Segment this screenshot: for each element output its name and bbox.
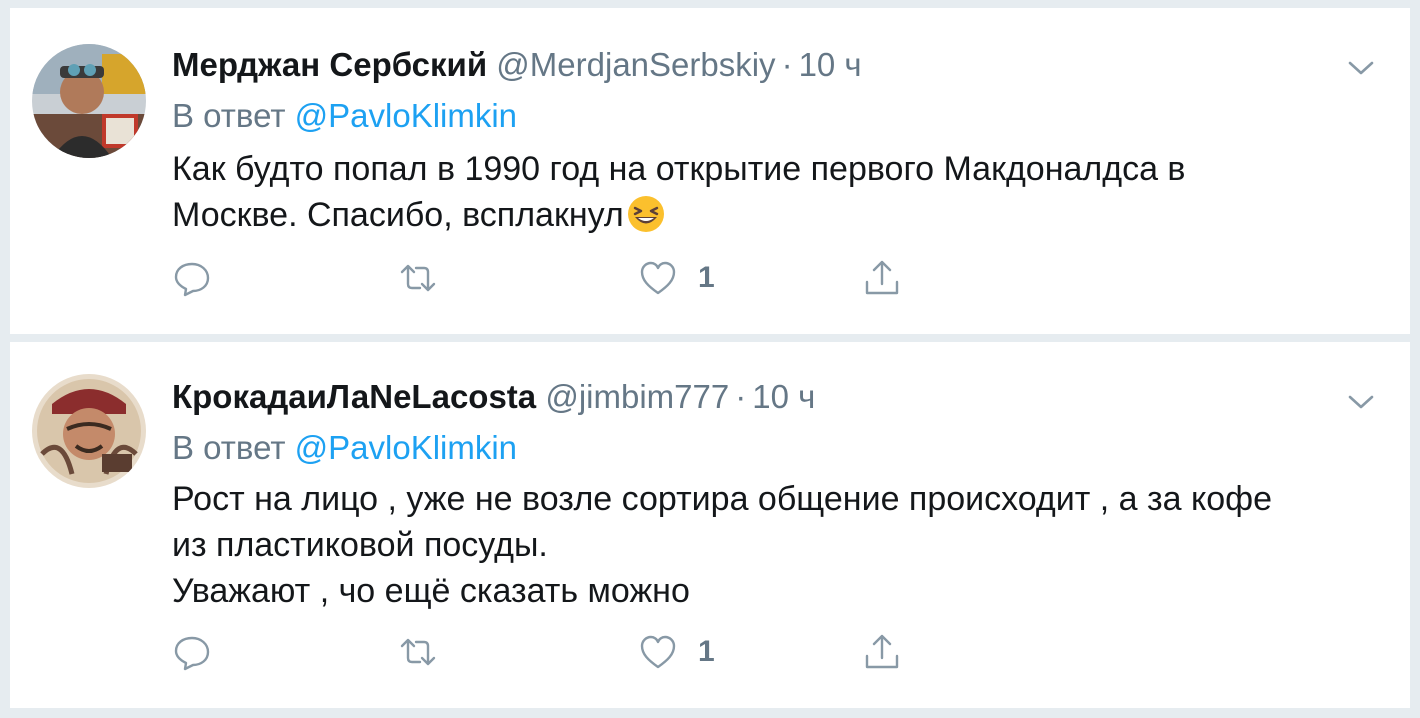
laughing-emoji-icon <box>626 194 666 234</box>
author-name[interactable]: КрокадаиЛаNeLacosta <box>172 378 536 415</box>
tweet-text: Как будто попал в 1990 год на открытие п… <box>172 146 1387 238</box>
tweet[interactable]: Мерджан Сербский @MerdjanSerbskiy · 10 ч В… <box>10 8 1410 334</box>
like-icon <box>640 261 676 295</box>
tweet-actions: 1 <box>172 256 932 300</box>
more-options-button[interactable] <box>1346 58 1376 78</box>
share-icon <box>865 260 899 295</box>
avatar[interactable] <box>32 44 146 158</box>
like-icon <box>640 635 676 669</box>
like-button[interactable]: 1 <box>638 256 715 300</box>
tweet-actions: 1 <box>172 630 932 674</box>
timestamp[interactable]: 10 ч <box>799 46 862 83</box>
avatar-image <box>32 374 146 488</box>
chevron-down-icon <box>1348 395 1374 409</box>
more-options-button[interactable] <box>1346 392 1376 412</box>
tweet-header: Мерджан Сербский @MerdjanSerbskiy · 10 ч <box>172 45 862 85</box>
tweet-text-line: Уважают , чо ещё сказать можно <box>172 572 690 610</box>
avatar-image <box>32 44 146 158</box>
retweet-button[interactable] <box>398 630 438 674</box>
share-button[interactable] <box>862 630 902 674</box>
reply-icon <box>174 636 210 671</box>
reply-context: В ответ @PavloKlimkin <box>172 96 517 136</box>
share-button[interactable] <box>862 256 902 300</box>
tweet[interactable]: КрокадаиЛаNeLacosta @jimbim777 · 10 ч В от… <box>10 342 1410 708</box>
tweet-text: Рост на лицо , уже не возле сортира обще… <box>172 476 1387 614</box>
retweet-icon <box>400 638 436 666</box>
avatar[interactable] <box>32 374 146 488</box>
reply-mention-link[interactable]: @PavloKlimkin <box>295 429 517 466</box>
like-count: 1 <box>698 261 715 294</box>
reply-button[interactable] <box>172 256 212 300</box>
like-count: 1 <box>698 635 715 668</box>
separator-dot: · <box>781 46 793 83</box>
tweet-text-line: Рост на лицо , уже не возле сортира обще… <box>172 480 1273 518</box>
tweet-text-line: Как будто попал в 1990 год на открытие п… <box>172 150 1186 188</box>
retweet-icon <box>400 264 436 292</box>
reply-mention-link[interactable]: @PavloKlimkin <box>295 97 517 134</box>
reply-prefix: В ответ <box>172 97 286 134</box>
author-name[interactable]: Мерджан Сербский <box>172 46 487 83</box>
author-handle[interactable]: @jimbim777 <box>545 378 729 415</box>
reply-button[interactable] <box>172 630 212 674</box>
share-icon <box>865 634 899 669</box>
chevron-down-icon <box>1348 61 1374 75</box>
tweet-text-line: Москве. Спасибо, всплакнул <box>172 196 624 234</box>
reply-context: В ответ @PavloKlimkin <box>172 428 517 468</box>
like-button[interactable]: 1 <box>638 630 715 674</box>
tweet-text-line: из пластиковой посуды. <box>172 526 548 564</box>
reply-prefix: В ответ <box>172 429 286 466</box>
author-handle[interactable]: @MerdjanSerbskiy <box>496 46 775 83</box>
tweet-header: КрокадаиЛаNeLacosta @jimbim777 · 10 ч <box>172 377 815 417</box>
separator-dot: · <box>735 378 747 415</box>
retweet-button[interactable] <box>398 256 438 300</box>
timestamp[interactable]: 10 ч <box>752 378 815 415</box>
reply-icon <box>174 262 210 297</box>
timeline: Мерджан Сербский @MerdjanSerbskiy · 10 ч В… <box>10 8 1410 708</box>
